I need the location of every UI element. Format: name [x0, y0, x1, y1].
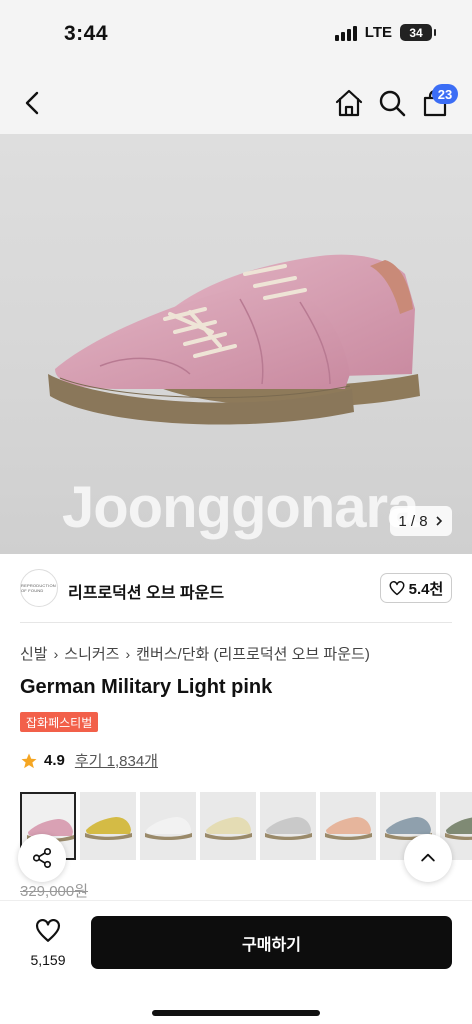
rating-score: 4.9: [44, 752, 65, 769]
wishlist-count: 5,159: [30, 952, 66, 968]
breadcrumb-item[interactable]: 신발: [20, 643, 48, 664]
scroll-top-button[interactable]: [404, 834, 452, 882]
rating-row: 4.9 후기 1,834개: [20, 750, 158, 771]
chevron-right-icon: [436, 516, 442, 526]
seller-row[interactable]: REPRODUCTION OF FOUND 리프로덕션 오브 파운드 5.4천: [0, 560, 472, 620]
variant-shoe-image: [325, 817, 372, 840]
chevron-right-icon: ›: [125, 645, 131, 662]
share-icon: [32, 848, 52, 868]
variant-thumbnail[interactable]: [200, 792, 256, 860]
wishlist-button[interactable]: 5,159: [18, 918, 78, 968]
seller-name[interactable]: 리프로덕션 오브 파운드: [68, 579, 224, 603]
variant-shoe-image: [205, 817, 252, 840]
variant-thumbnail[interactable]: [320, 792, 376, 860]
variant-shoe-image: [85, 817, 132, 840]
chevron-right-icon: ›: [53, 645, 59, 662]
cart-count-badge: 23: [432, 84, 458, 104]
product-image-gallery[interactable]: Joonggonara 1 / 8: [0, 134, 472, 554]
divider: [20, 622, 452, 623]
seller-logo[interactable]: REPRODUCTION OF FOUND: [20, 569, 58, 607]
status-indicators: LTE 34: [334, 24, 436, 41]
bottom-action-bar: 5,159 구매하기: [0, 900, 472, 1024]
home-indicator: [152, 1010, 320, 1016]
status-time: 3:44: [64, 22, 109, 45]
breadcrumb: 신발 › 스니커즈 › 캔버스/단화 (리프로덕션 오브 파운드): [20, 643, 370, 664]
image-pager[interactable]: 1 / 8: [390, 506, 452, 536]
variant-shoe-image: [145, 817, 192, 840]
chevron-left-icon[interactable]: [18, 88, 48, 118]
chevron-up-icon: [421, 853, 435, 862]
pager-text: 1 / 8: [398, 512, 428, 530]
review-link[interactable]: 후기 1,834개: [75, 750, 158, 771]
watermark: Joonggonara: [62, 475, 419, 540]
star-icon: [21, 753, 37, 768]
variant-thumbnail[interactable]: [260, 792, 316, 860]
variant-shoe-image: [265, 817, 312, 840]
product-title: German Military Light pink: [20, 676, 273, 698]
buy-button[interactable]: 구매하기: [91, 916, 452, 969]
seller-like-button[interactable]: 5.4천: [380, 573, 452, 603]
variant-thumbnail[interactable]: [80, 792, 136, 860]
signal-icon: [334, 25, 357, 41]
breadcrumb-item[interactable]: 캔버스/단화 (리프로덕션 오브 파운드): [136, 643, 370, 664]
status-bar: 3:44 LTE 34: [0, 0, 472, 68]
search-icon[interactable]: [377, 88, 407, 118]
breadcrumb-item[interactable]: 스니커즈: [64, 643, 119, 664]
network-label: LTE: [364, 24, 392, 41]
heart-icon: [389, 580, 405, 595]
original-price: 329,000원: [20, 883, 89, 900]
festival-tag: 잡화페스티벌: [20, 712, 99, 732]
home-icon[interactable]: [334, 88, 364, 118]
share-button[interactable]: [18, 834, 66, 882]
seller-like-count: 5.4천: [408, 580, 444, 598]
variant-thumbnail[interactable]: [140, 792, 196, 860]
battery-icon: 34: [400, 24, 436, 41]
heart-icon: [36, 918, 60, 942]
battery-level: 34: [409, 25, 423, 40]
